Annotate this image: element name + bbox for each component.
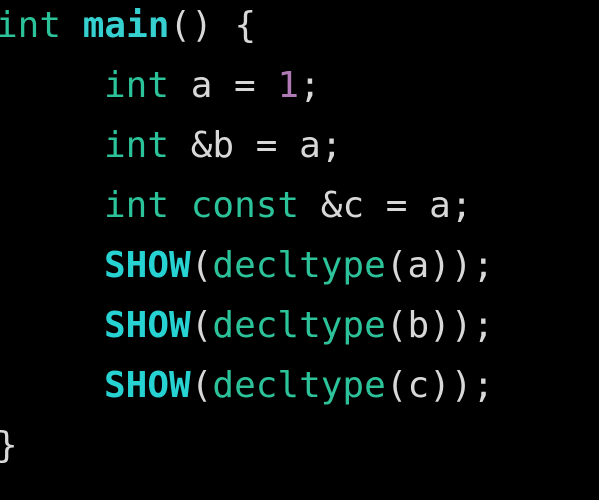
keyword-int: int xyxy=(104,185,170,226)
code-text: a = xyxy=(169,65,278,106)
code-line-4: int const &c = a; xyxy=(0,176,472,236)
code-text: (c)); xyxy=(385,365,495,406)
code-text: ; xyxy=(299,65,321,106)
code-line-7: SHOW(decltype(c)); xyxy=(0,356,494,416)
keyword-decltype: decltype xyxy=(212,365,386,406)
keyword-int: int xyxy=(104,65,170,106)
code-text: ( xyxy=(190,365,213,406)
number-literal: 1 xyxy=(277,65,300,106)
code-line-8: } xyxy=(0,416,18,476)
code-text: ( xyxy=(190,245,213,286)
keyword-int: int xyxy=(0,5,62,46)
macro-show: SHOW xyxy=(104,365,191,406)
function-name-main: main xyxy=(82,5,170,46)
code-text: &b = a; xyxy=(169,125,343,166)
keyword-decltype: decltype xyxy=(212,305,386,346)
code-text: () { xyxy=(169,5,257,46)
keyword-const: const xyxy=(190,185,300,226)
code-text: (a)); xyxy=(385,245,495,286)
code-text: ( xyxy=(190,305,213,346)
code-editor[interactable]: int main() { int a = 1; int &b = a; int … xyxy=(0,0,599,500)
code-line-6: SHOW(decltype(b)); xyxy=(0,296,494,356)
code-line-3: int &b = a; xyxy=(0,116,342,176)
keyword-decltype: decltype xyxy=(212,245,386,286)
code-text: (b)); xyxy=(385,305,495,346)
code-text: &c = a; xyxy=(299,185,473,226)
macro-show: SHOW xyxy=(104,245,191,286)
code-line-2: int a = 1; xyxy=(0,56,321,116)
code-line-1: int main() { xyxy=(0,0,256,56)
macro-show: SHOW xyxy=(104,305,191,346)
closing-brace: } xyxy=(0,425,18,466)
keyword-int: int xyxy=(104,125,170,166)
code-line-5: SHOW(decltype(a)); xyxy=(0,236,494,296)
